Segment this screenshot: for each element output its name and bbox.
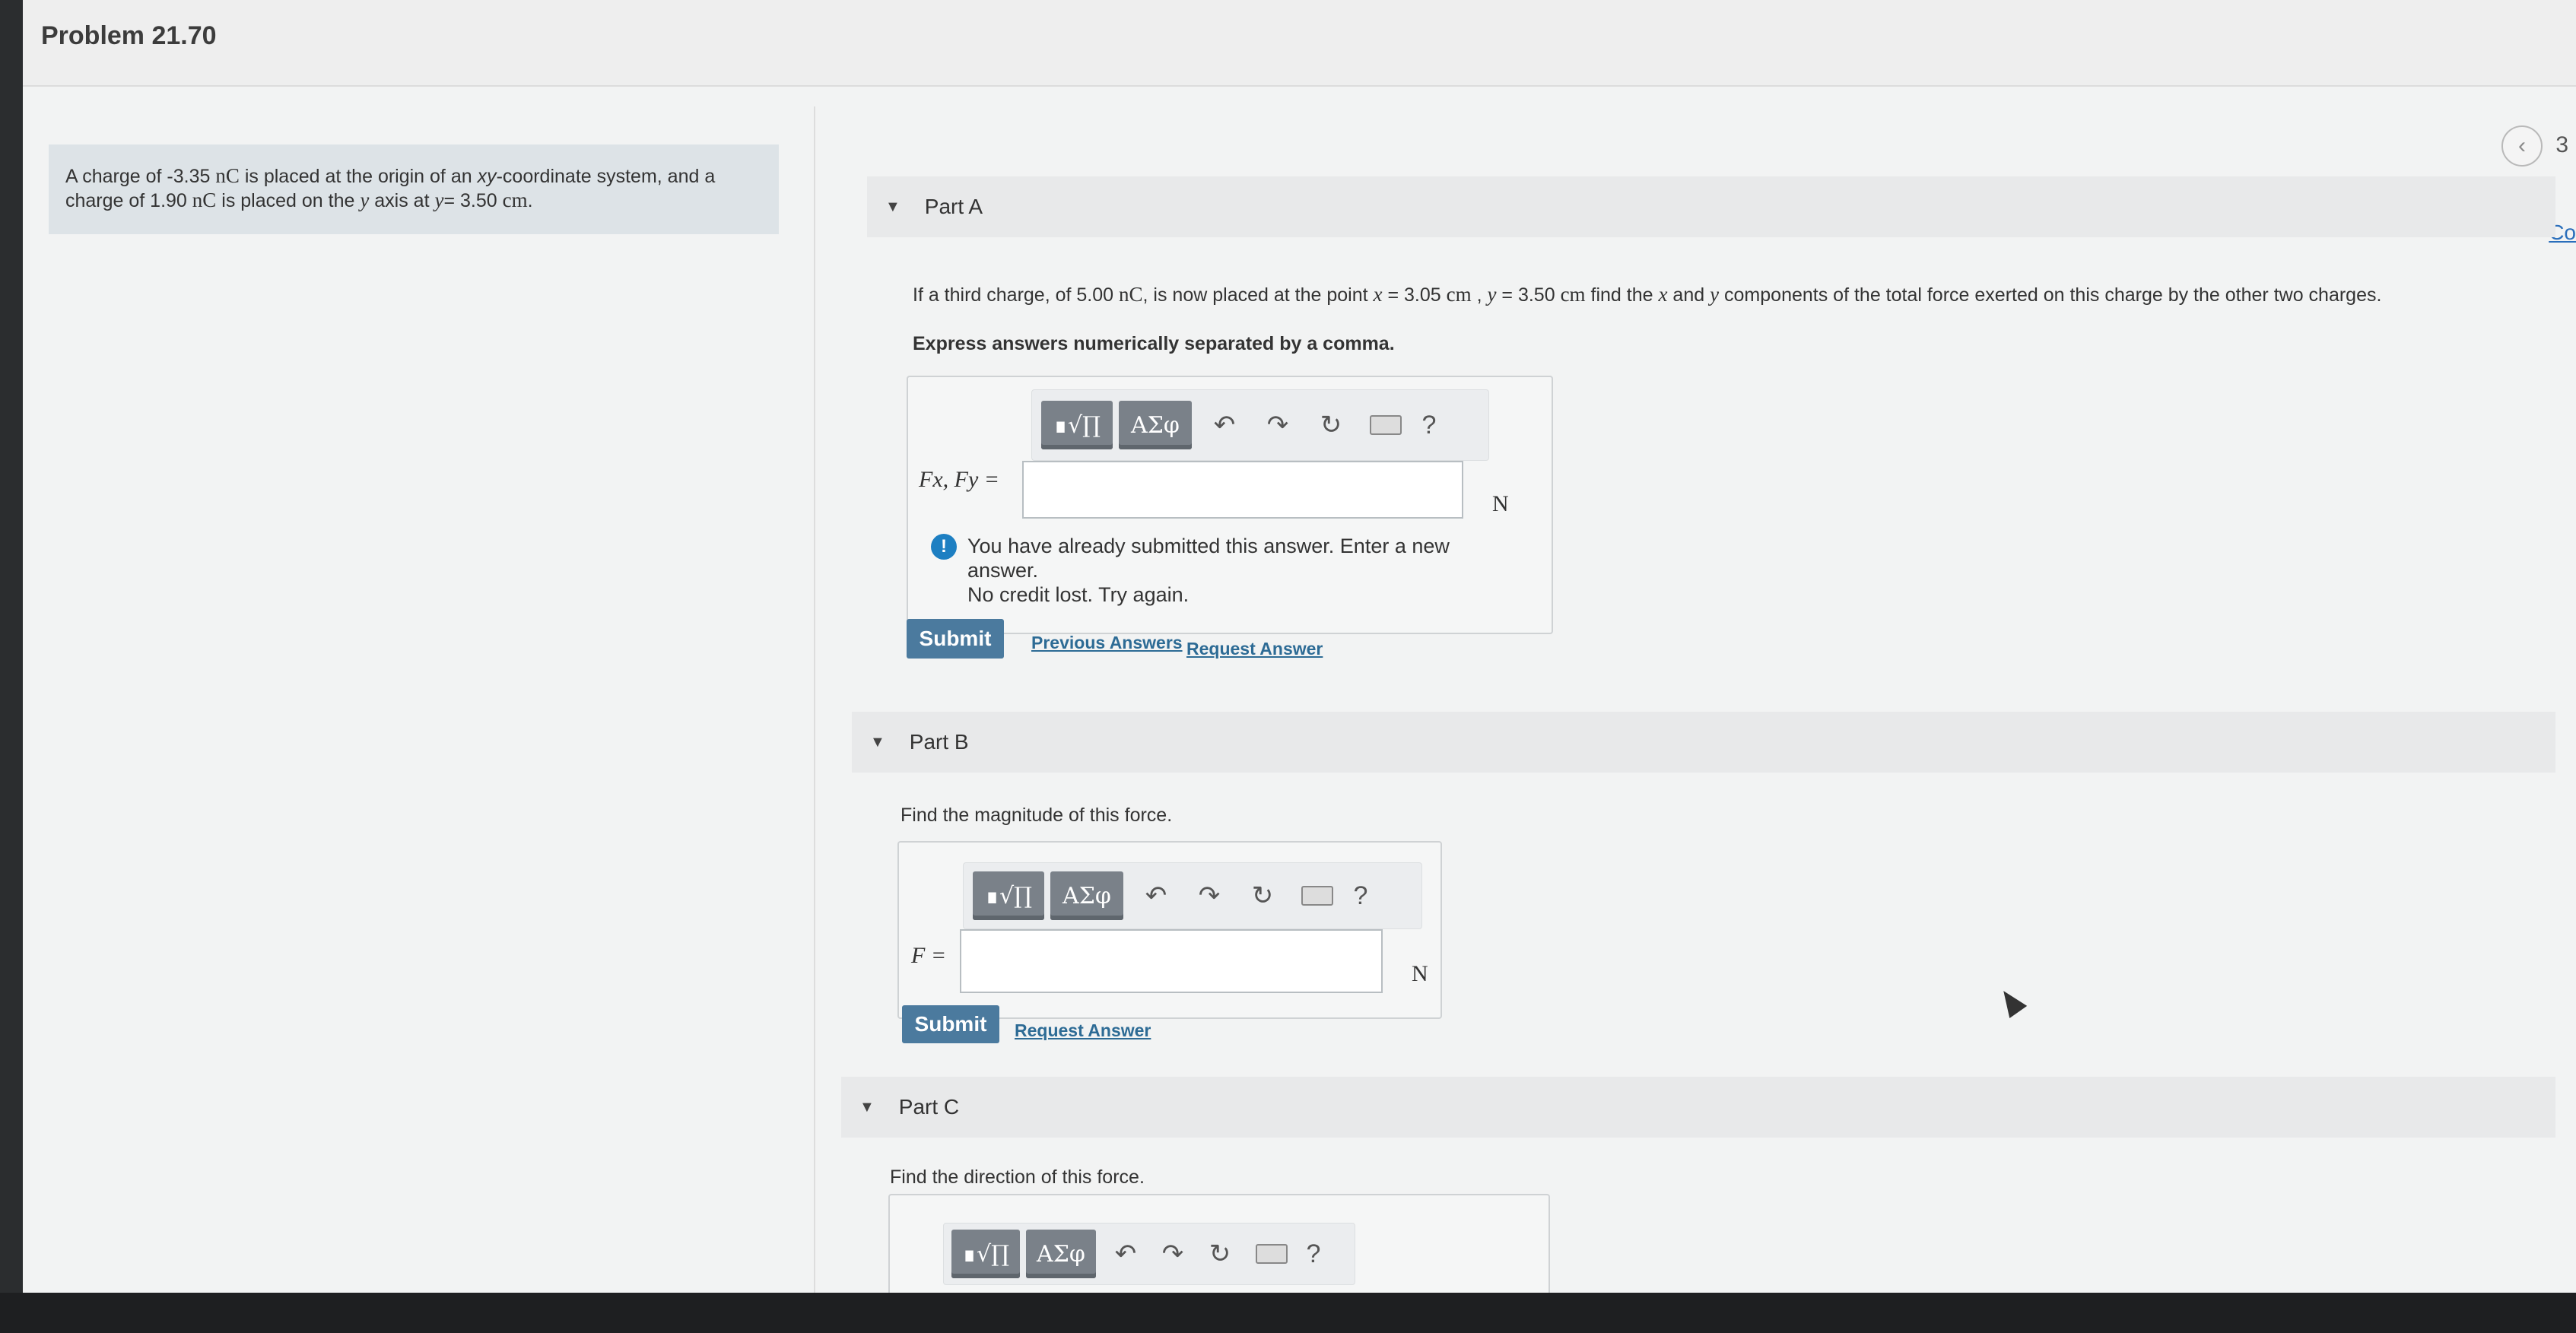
- part-a-eq-label: Fx, Fy =: [919, 467, 1000, 492]
- top-bar: Problem 21.70: [23, 0, 2576, 87]
- keyboard-icon[interactable]: [1256, 1244, 1288, 1264]
- help-icon[interactable]: ?: [1345, 881, 1376, 911]
- part-b-title: Part B: [909, 730, 969, 754]
- monitor-bezel: [0, 1293, 2576, 1333]
- part-a-unit: N: [1492, 491, 1509, 516]
- part-c-question: Find the direction of this force.: [890, 1166, 1145, 1188]
- undo-icon[interactable]: ↶: [1129, 881, 1183, 911]
- templates-button[interactable]: ∎√∏: [973, 871, 1044, 920]
- page-number: 3: [2555, 132, 2568, 157]
- part-a-submit-button[interactable]: Submit: [907, 619, 1004, 659]
- previous-answers-link[interactable]: Previous Answers: [1031, 633, 1183, 653]
- part-a-instruction: Express answers numerically separated by…: [913, 333, 1395, 354]
- collapse-triangle-icon: ▼: [870, 733, 885, 751]
- alert-message-line-2: No credit lost. Try again.: [967, 583, 1190, 606]
- templates-button[interactable]: ∎√∏: [1041, 401, 1113, 449]
- symbols-button[interactable]: ΑΣφ: [1026, 1230, 1096, 1278]
- alert-message-line-1: You have already submitted this answer. …: [967, 535, 1450, 582]
- part-a-title: Part A: [924, 195, 983, 218]
- help-icon[interactable]: ?: [1300, 1239, 1327, 1269]
- reset-icon[interactable]: ↻: [1304, 410, 1358, 440]
- part-a-request-answer-link[interactable]: Request Answer: [1186, 639, 1323, 659]
- redo-icon[interactable]: ↷: [1251, 410, 1304, 440]
- keyboard-icon[interactable]: [1301, 886, 1333, 906]
- part-a-answer-input[interactable]: [1022, 461, 1463, 519]
- prev-page-button[interactable]: ‹: [2501, 125, 2543, 167]
- symbols-button[interactable]: ΑΣφ: [1050, 871, 1123, 920]
- part-b-answer-input[interactable]: [960, 929, 1383, 993]
- part-c-title: Part C: [898, 1095, 960, 1119]
- part-a-math-toolbar: ∎√∏ ΑΣφ ↶ ↷ ↻ ?: [1031, 389, 1489, 461]
- problem-statement: A charge of -3.35 nC is placed at the or…: [49, 144, 779, 234]
- problem-title: Problem 21.70: [41, 21, 217, 50]
- collapse-triangle-icon: ▼: [859, 1098, 875, 1116]
- part-c-answer-panel: ∎√∏ ΑΣφ ↶ ↷ ↻ ?: [888, 1194, 1550, 1293]
- help-icon[interactable]: ?: [1414, 411, 1444, 440]
- part-b-submit-button[interactable]: Submit: [902, 1005, 999, 1043]
- collapse-triangle-icon: ▼: [885, 198, 900, 215]
- part-a-question: If a third charge, of 5.00 nC, is now pl…: [913, 283, 2382, 306]
- browser-screen: Problem 21.70 ‹ 3 Co A charge of -3.35 n…: [23, 0, 2576, 1293]
- part-a-header[interactable]: ▼ Part A: [867, 176, 2555, 237]
- part-a-alert: ! You have already submitted this answer…: [931, 534, 1524, 607]
- reset-icon[interactable]: ↻: [1196, 1239, 1244, 1269]
- templates-button[interactable]: ∎√∏: [951, 1230, 1020, 1278]
- redo-icon[interactable]: ↷: [1183, 881, 1236, 911]
- chevron-left-icon: ‹: [2518, 133, 2526, 158]
- part-b-unit: N: [1412, 961, 1428, 986]
- undo-icon[interactable]: ↶: [1102, 1239, 1149, 1269]
- mouse-cursor-icon: [1994, 985, 2028, 1018]
- part-b-math-toolbar: ∎√∏ ΑΣφ ↶ ↷ ↻ ?: [963, 862, 1422, 929]
- part-b-eq-label: F =: [911, 943, 947, 968]
- keyboard-icon[interactable]: [1370, 415, 1402, 435]
- part-c-math-toolbar: ∎√∏ ΑΣφ ↶ ↷ ↻ ?: [943, 1223, 1355, 1285]
- part-b-question: Find the magnitude of this force.: [900, 805, 1173, 826]
- part-a-answer-panel: ∎√∏ ΑΣφ ↶ ↷ ↻ ? Fx, Fy = N ! You have al…: [907, 376, 1553, 634]
- part-b-request-answer-link[interactable]: Request Answer: [1015, 1020, 1151, 1041]
- reset-icon[interactable]: ↻: [1236, 881, 1289, 911]
- part-b-header[interactable]: ▼ Part B: [852, 712, 2555, 773]
- symbols-button[interactable]: ΑΣφ: [1119, 401, 1192, 449]
- part-c-header[interactable]: ▼ Part C: [841, 1077, 2555, 1138]
- problem-intro-column: [23, 106, 815, 1293]
- part-b-answer-panel: ∎√∏ ΑΣφ ↶ ↷ ↻ ? F = N: [897, 841, 1442, 1019]
- alert-icon: !: [931, 534, 957, 560]
- undo-icon[interactable]: ↶: [1198, 410, 1251, 440]
- redo-icon[interactable]: ↷: [1149, 1239, 1196, 1269]
